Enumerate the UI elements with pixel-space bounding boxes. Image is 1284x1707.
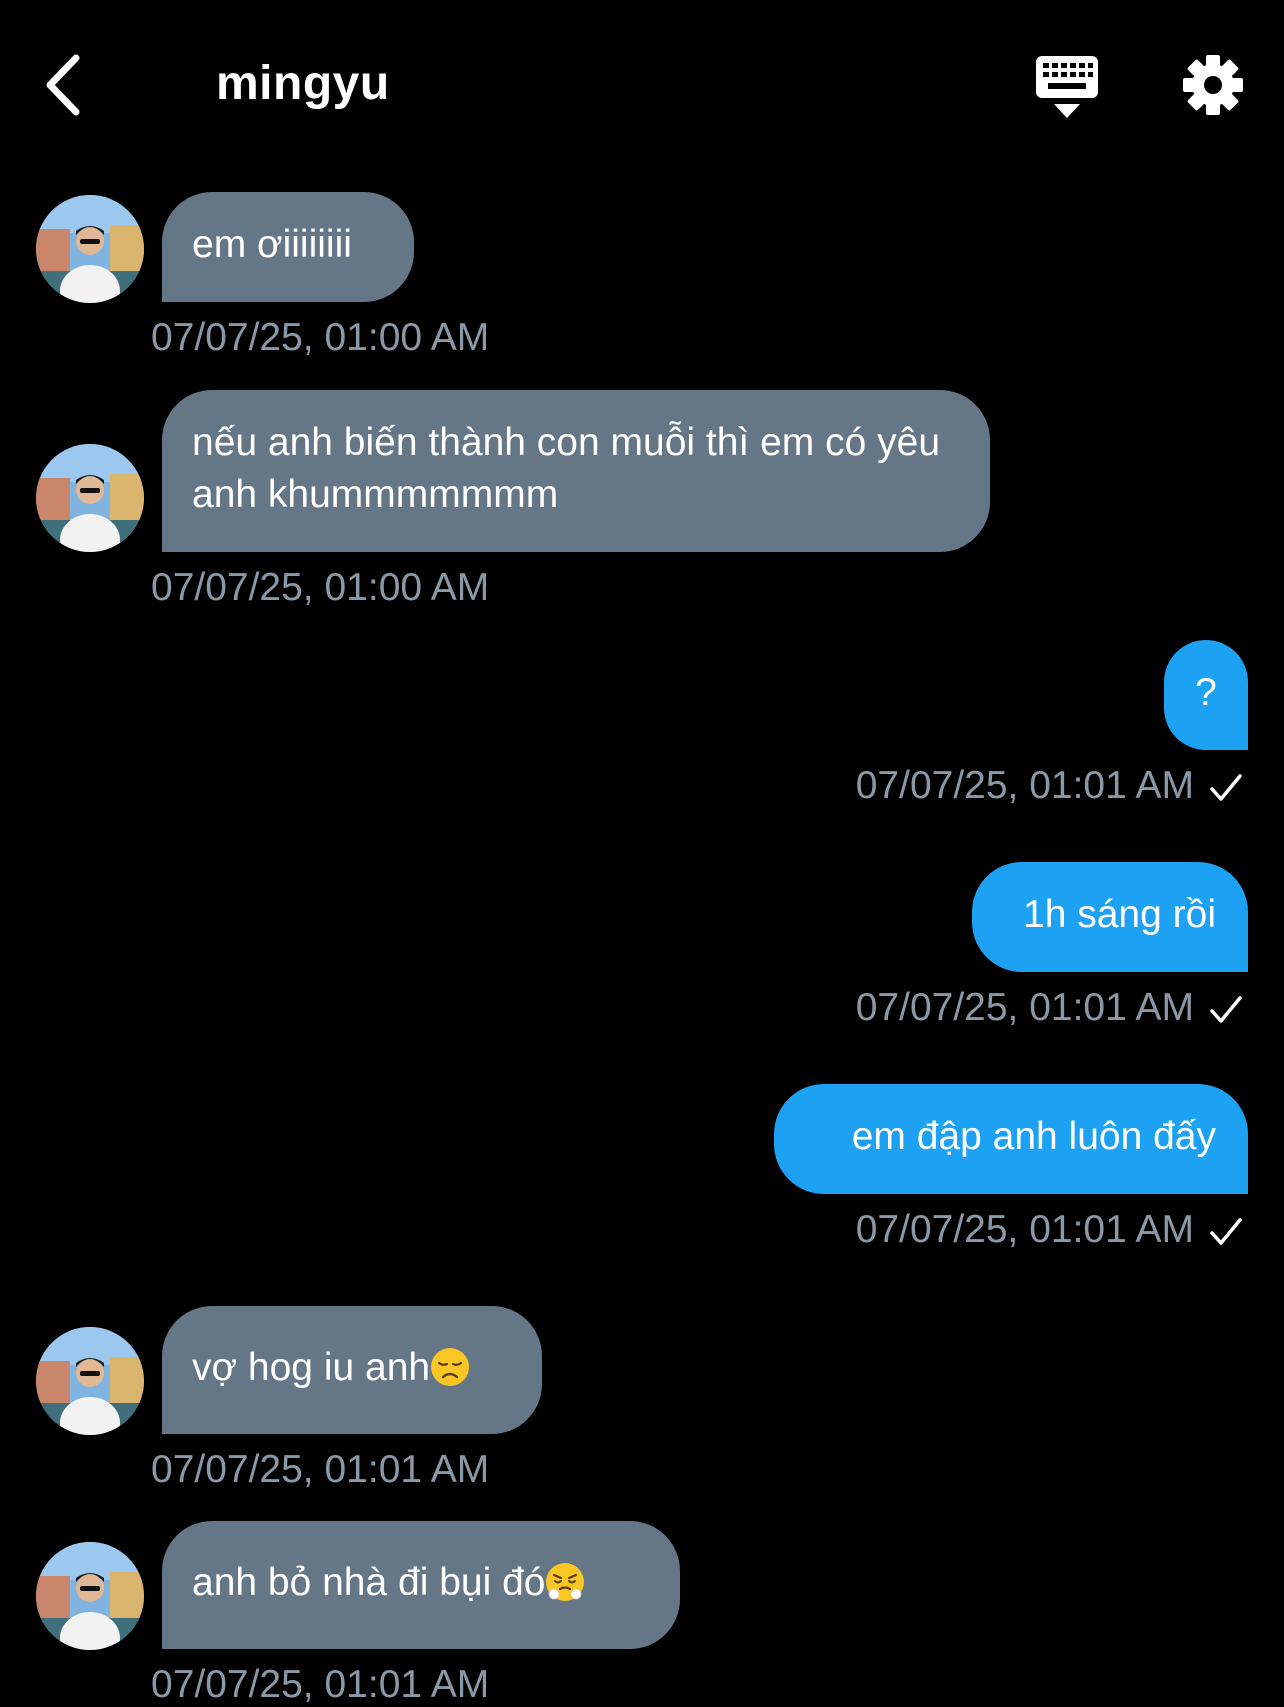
message-bubble[interactable]: ? <box>1164 640 1248 750</box>
message-text: nếu anh biến thành con muỗi thì em có yê… <box>192 421 941 516</box>
avatar[interactable] <box>36 1542 144 1650</box>
chat-header: mingyu <box>0 0 1284 170</box>
message-text: anh bỏ nhà đi bụi đó <box>192 1561 546 1604</box>
message-bubble[interactable]: em ơiiiiiiii <box>162 192 414 302</box>
message-text: ? <box>1195 671 1217 714</box>
avatar[interactable] <box>36 1327 144 1435</box>
gear-icon <box>1183 55 1243 115</box>
check-icon <box>1210 1218 1242 1245</box>
profile-photo <box>36 444 144 552</box>
profile-photo <box>36 195 144 303</box>
message-text: vợ hog iu anh <box>192 1346 431 1389</box>
keyboard-toggle-button[interactable] <box>1034 52 1100 122</box>
keyboard-icon <box>1036 56 1098 118</box>
message-text: 1h sáng rồi <box>1023 893 1216 936</box>
check-icon <box>1210 774 1242 801</box>
message-timestamp: 07/07/25, 01:00 AM <box>151 316 490 359</box>
message-text: em đập anh luôn đấy <box>851 1115 1216 1158</box>
message-bubble[interactable]: anh bỏ nhà đi bụi đó <box>162 1521 680 1649</box>
steam-from-nose-face-emoji <box>546 1562 585 1601</box>
back-button[interactable] <box>40 50 96 120</box>
profile-photo <box>36 1542 144 1650</box>
check-icon <box>1210 996 1242 1023</box>
message-timestamp: 07/07/25, 01:00 AM <box>151 566 490 609</box>
message-bubble[interactable]: 1h sáng rồi <box>972 862 1248 972</box>
message-bubble[interactable]: em đập anh luôn đấy <box>774 1084 1248 1194</box>
chevron-left-icon <box>46 54 80 116</box>
message-bubble[interactable]: nếu anh biến thành con muỗi thì em có yê… <box>162 390 990 552</box>
message-timestamp: 07/07/25, 01:01 AM <box>855 1208 1194 1251</box>
avatar[interactable] <box>36 444 144 552</box>
disappointed-face-emoji <box>431 1347 470 1386</box>
avatar[interactable] <box>36 195 144 303</box>
profile-photo <box>36 1327 144 1435</box>
message-timestamp: 07/07/25, 01:01 AM <box>151 1448 490 1491</box>
message-timestamp: 07/07/25, 01:01 AM <box>855 764 1194 807</box>
message-text: em ơiiiiiiii <box>192 223 352 266</box>
message-bubble[interactable]: vợ hog iu anh <box>162 1306 542 1434</box>
settings-button[interactable] <box>1180 52 1246 118</box>
message-timestamp: 07/07/25, 01:01 AM <box>151 1663 490 1706</box>
conversation-title[interactable]: mingyu <box>216 56 390 111</box>
message-timestamp: 07/07/25, 01:01 AM <box>855 986 1194 1029</box>
